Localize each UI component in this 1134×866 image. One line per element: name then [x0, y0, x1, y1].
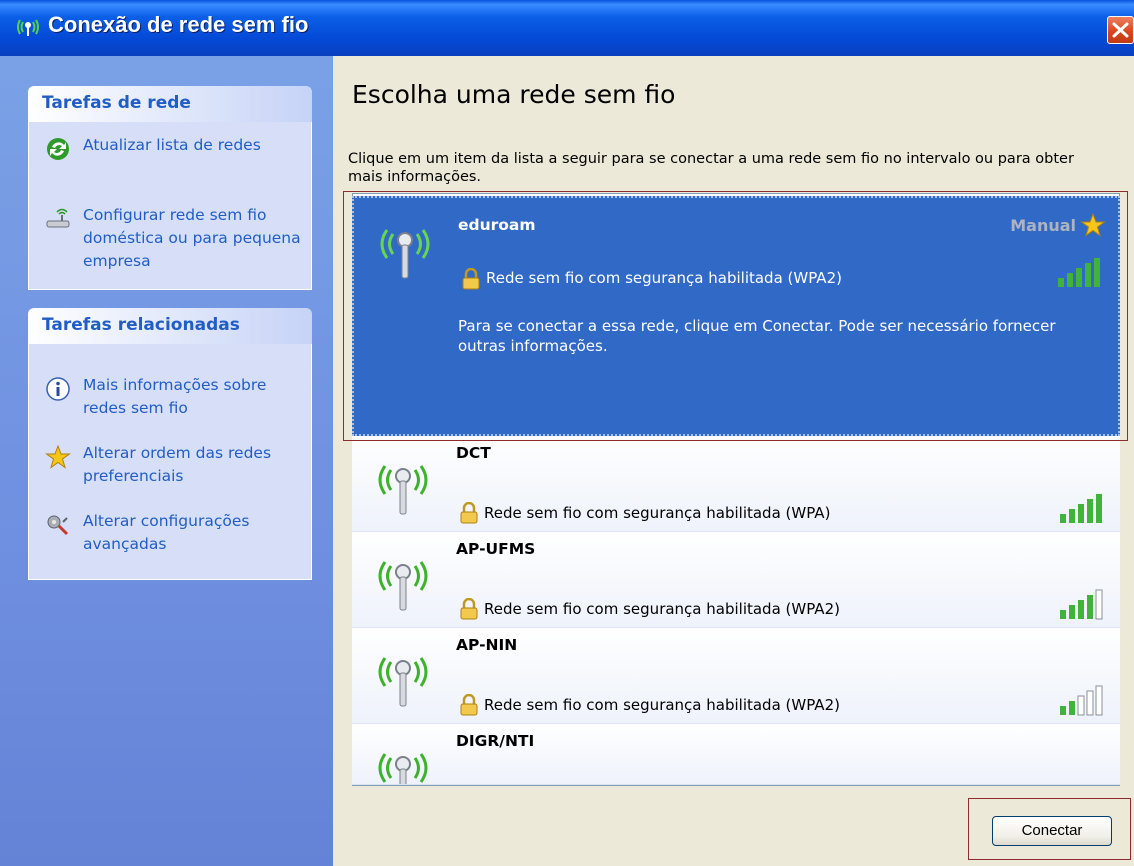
signal-strength-icon [1060, 685, 1103, 716]
panel-body: Atualizar lista de redes Configurar rede… [28, 122, 312, 290]
signal-strength-icon [1060, 494, 1102, 523]
network-name: eduroam [458, 216, 536, 234]
close-button[interactable] [1107, 16, 1134, 44]
wireless-antenna-icon [378, 465, 428, 515]
star-icon [45, 444, 71, 469]
wireless-antenna-icon [378, 561, 428, 611]
settings-icon [47, 515, 69, 536]
lock-icon [460, 598, 478, 620]
security-status: Rede sem fio com segurança habilitada (W… [484, 600, 840, 618]
advanced-settings-label: Alterar configurações avançadas [83, 512, 250, 553]
lock-icon [460, 502, 478, 524]
panel-body: Mais informações sobre redes sem fio Alt… [28, 344, 312, 580]
network-description: Para se conectar a essa rede, clique em … [458, 317, 1056, 355]
preferred-order-label: Alterar ordem das redes preferenciais [83, 444, 272, 485]
window-title: Conexão de rede sem fio [48, 12, 309, 37]
title-bar[interactable]: Conexão de rede sem fio [0, 0, 1134, 56]
security-status: Rede sem fio com segurança habilitada (W… [484, 504, 831, 522]
security-status: Rede sem fio com segurança habilitada (W… [484, 696, 840, 714]
instructions-text: Clique em um item da lista a seguir para… [348, 151, 1074, 185]
wireless-antenna-icon [380, 229, 430, 279]
wireless-connection-window: Conexão de rede sem fio Tarefas de rede … [0, 0, 1134, 866]
wireless-antenna-icon [378, 753, 428, 784]
info-icon [46, 377, 70, 401]
more-info-label: Mais informações sobre redes sem fio [83, 376, 267, 417]
signal-strength-icon [1060, 589, 1103, 620]
wireless-setup-icon [46, 208, 70, 228]
page-title: Escolha uma rede sem fio [352, 80, 676, 109]
setup-wireless-label: Configurar rede sem fio doméstica ou par… [83, 206, 301, 270]
network-item-dct[interactable]: DCT Rede sem fio com segurança habilitad… [352, 436, 1120, 532]
wireless-antenna-icon [378, 657, 428, 707]
network-name: DCT [456, 444, 491, 462]
related-tasks-panel: Tarefas relacionadas Mais informações so… [28, 308, 312, 580]
network-name: DIGR/NTI [456, 732, 535, 750]
wireless-network-icon [17, 19, 39, 36]
refresh-networks-label: Atualizar lista de redes [83, 136, 261, 154]
refresh-icon [47, 138, 69, 160]
signal-strength-icon [1058, 774, 1106, 785]
lock-icon [462, 268, 480, 290]
network-item-ap-nin[interactable]: AP-NIN Rede sem fio com segurança habili… [352, 628, 1120, 724]
network-name: AP-UFMS [456, 540, 536, 558]
security-status: Rede sem fio com segurança habilitada (W… [486, 269, 842, 287]
network-item-eduroam[interactable]: eduroam Manual Rede sem fio com seguranç… [352, 196, 1120, 436]
panel-title[interactable]: Tarefas relacionadas [28, 308, 312, 344]
panel-title[interactable]: Tarefas de rede [28, 86, 312, 122]
lock-icon [460, 694, 478, 716]
network-name: AP-NIN [456, 636, 518, 654]
star-icon [1080, 212, 1106, 237]
close-icon [1112, 22, 1129, 38]
network-item-ap-ufms[interactable]: AP-UFMS Rede sem fio com segurança habil… [352, 532, 1120, 628]
signal-strength-icon [1058, 258, 1100, 287]
manual-label: Manual [1010, 216, 1076, 235]
network-item-digr-nti[interactable]: DIGR/NTI [352, 724, 1120, 785]
connect-button[interactable]: Conectar [992, 816, 1112, 846]
network-tasks-panel: Tarefas de rede Atualizar lista de redes… [28, 86, 312, 290]
